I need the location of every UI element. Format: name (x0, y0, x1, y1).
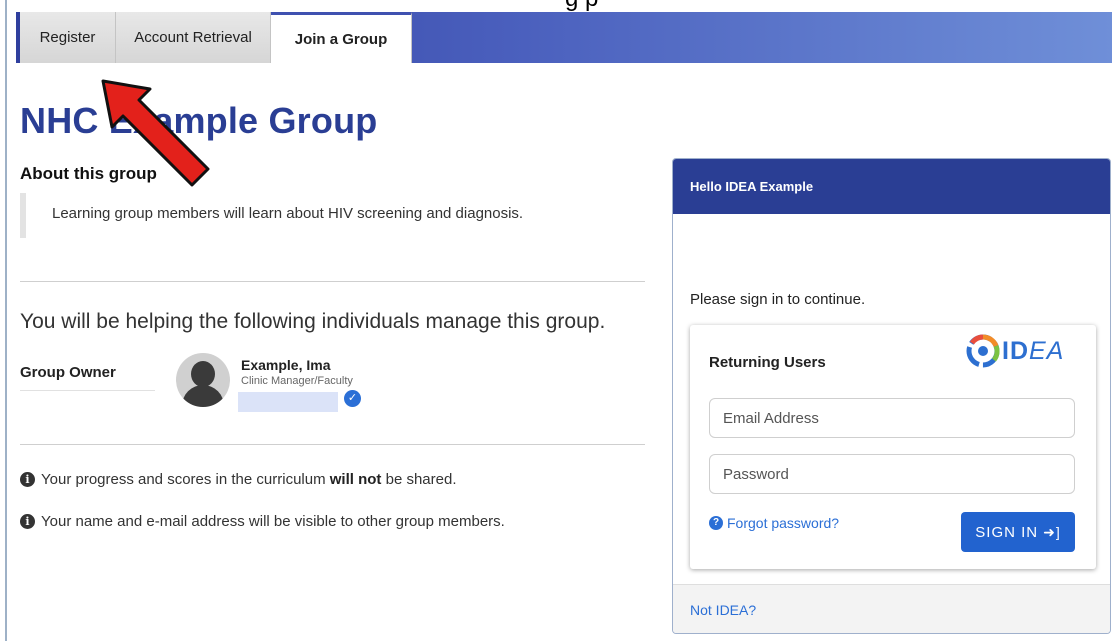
login-box: Returning Users IDEA ? Forgot password? … (690, 325, 1096, 569)
forgot-password-label: Forgot password? (727, 515, 840, 531)
tab-account-retrieval[interactable]: Account Retrieval (116, 12, 271, 63)
idea-logo-icon (966, 334, 1000, 368)
visibility-note-text: Your name and e-mail address will be vis… (41, 513, 505, 530)
red-annotation-arrow (101, 79, 210, 187)
progress-note-pre: Your progress and scores in the curricul… (41, 471, 326, 488)
sign-in-label: SIGN IN (975, 523, 1039, 541)
idea-logo: IDEA (966, 330, 1064, 372)
not-idea-link[interactable]: Not IDEA? (690, 602, 756, 618)
sign-in-icon: ➜] (1043, 523, 1061, 540)
progress-privacy-note: i Your progress and scores in the curric… (20, 471, 457, 488)
idea-logo-text: IDEA (1002, 337, 1064, 366)
returning-users-heading: Returning Users (709, 354, 826, 371)
owner-role: Clinic Manager/Faculty (241, 375, 353, 387)
progress-note-post: be shared. (385, 471, 457, 488)
sign-in-prompt: Please sign in to continue. (690, 291, 866, 308)
info-icon: i (20, 472, 35, 487)
owner-email-highlight (238, 392, 338, 412)
sign-in-card: Hello IDEA Example Please sign in to con… (672, 158, 1111, 634)
visibility-note: i Your name and e-mail address will be v… (20, 513, 505, 530)
about-group-quote: Learning group members will learn about … (20, 193, 540, 238)
tab-account-retrieval-label: Account Retrieval (134, 29, 252, 46)
tab-join-a-group-label: Join a Group (294, 30, 388, 48)
sign-in-button[interactable]: SIGN IN ➜] (961, 512, 1075, 552)
group-owner-label: Group Owner (20, 361, 155, 391)
card-footer: Not IDEA? (673, 584, 1110, 633)
email-field[interactable] (709, 398, 1075, 438)
info-icon: i (20, 514, 35, 529)
tab-register-label: Register (39, 29, 96, 46)
tab-join-a-group[interactable]: Join a Group (271, 12, 412, 63)
about-group-text: Learning group members will learn about … (52, 205, 524, 222)
idea-logo-text-italic: EA (1029, 336, 1065, 365)
avatar (176, 353, 230, 407)
owner-name: Example, Ima (241, 357, 331, 373)
password-field[interactable] (709, 454, 1075, 494)
idea-logo-text-bold: ID (1002, 336, 1029, 365)
forgot-password-link[interactable]: ? Forgot password? (709, 515, 839, 531)
helping-individuals-text: You will be helping the following indivi… (20, 310, 606, 333)
tab-register[interactable]: Register (20, 12, 116, 63)
divider (20, 444, 645, 445)
progress-note-bold: will not (329, 471, 382, 488)
card-header: Hello IDEA Example (673, 159, 1110, 214)
question-icon: ? (709, 516, 723, 530)
divider (20, 281, 645, 282)
verified-check-icon: ✓ (344, 390, 361, 407)
